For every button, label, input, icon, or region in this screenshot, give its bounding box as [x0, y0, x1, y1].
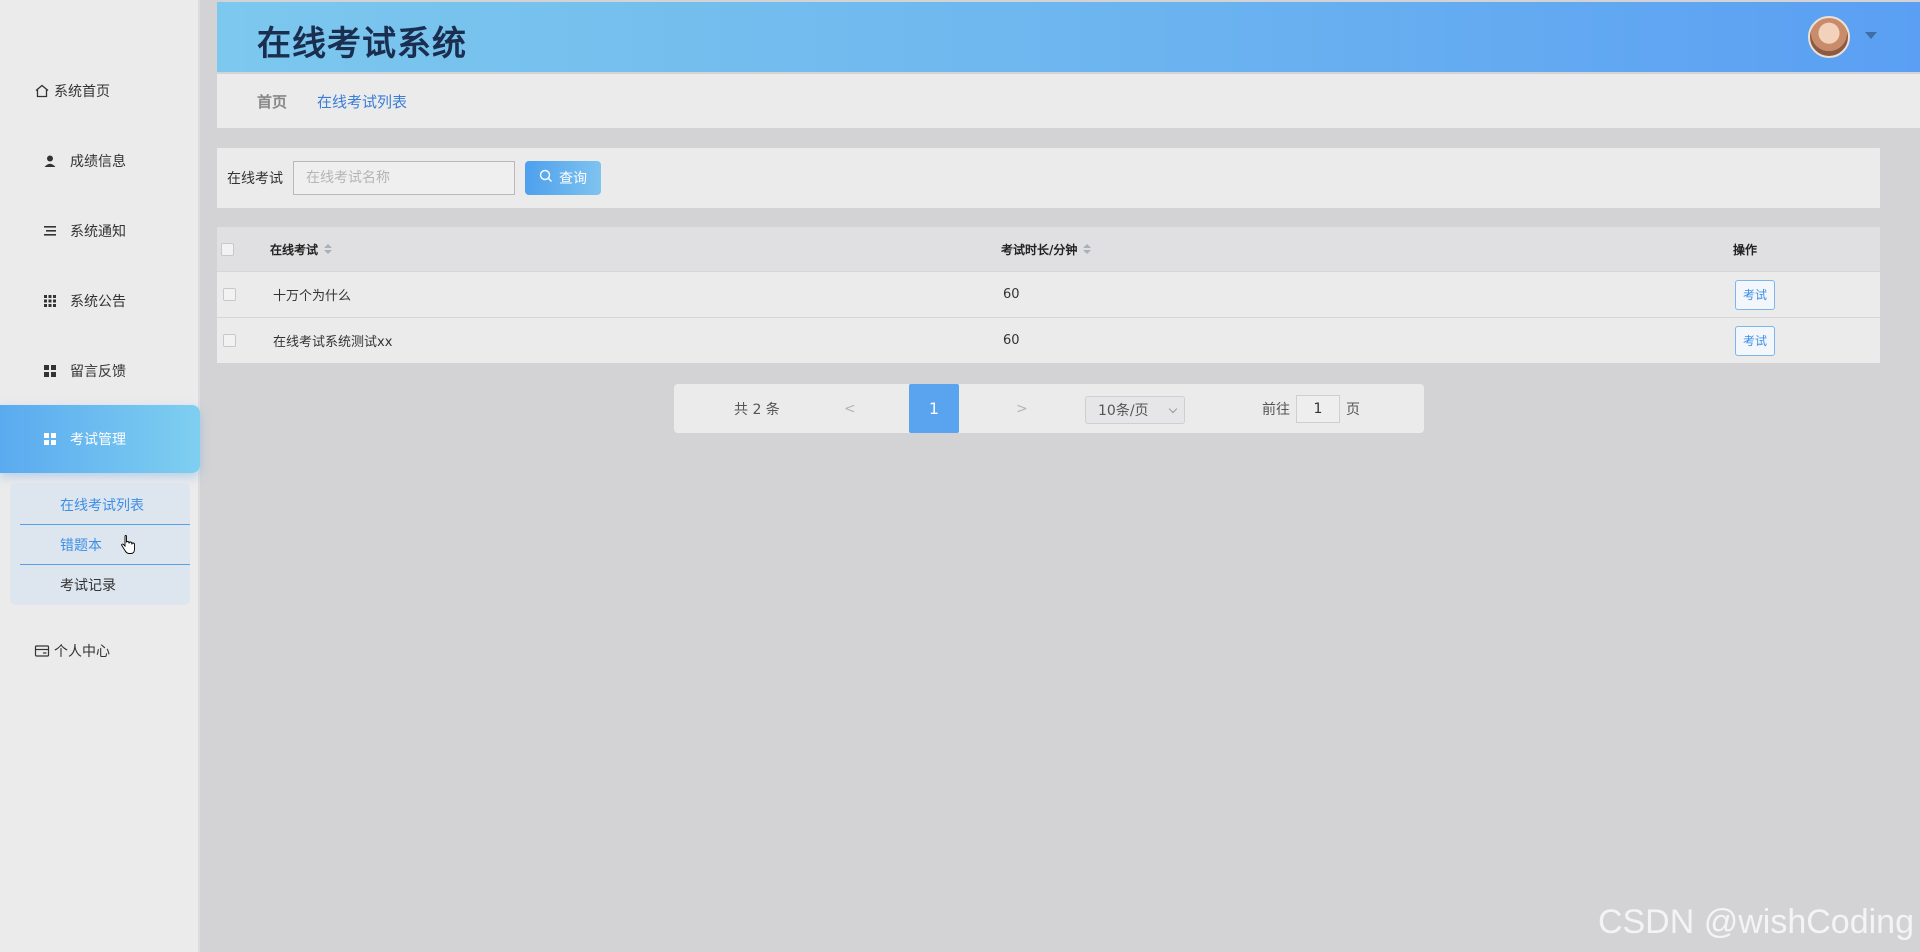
action-cell: 考试	[1735, 318, 1775, 363]
page-size-select[interactable]: 10条/页	[1085, 396, 1185, 424]
prev-page-button[interactable]: <	[844, 384, 856, 433]
pagination: 共 2 条 < 1 > 10条/页 前往 页	[674, 384, 1424, 433]
search-bar: 在线考试 查询	[217, 148, 1880, 208]
exam-name: 在线考试系统测试xx	[273, 335, 393, 350]
sidebar-item-label: 成绩信息	[70, 154, 126, 170]
app-title: 在线考试系统	[257, 24, 467, 64]
chevron-down-icon	[1168, 404, 1178, 414]
avatar[interactable]	[1808, 16, 1850, 58]
exam-submenu: 在线考试列表 错题本 考试记录	[10, 483, 190, 605]
sidebar-item-label: 留言反馈	[70, 364, 126, 380]
chevron-down-icon[interactable]	[1865, 32, 1877, 39]
sidebar-item-label: 个人中心	[54, 644, 110, 660]
submenu-item-label: 考试记录	[60, 578, 116, 594]
sort-icon[interactable]	[1083, 244, 1092, 254]
page-size-value: 10条/页	[1098, 403, 1149, 419]
sidebar-item-label: 考试管理	[70, 432, 126, 448]
column-header-actions: 操作	[1733, 227, 1757, 271]
sidebar: 系统首页 成绩信息 系统通知 系统公告 留言反馈 考试管理 在线考试列表 错题本…	[0, 0, 200, 952]
search-input[interactable]	[293, 161, 515, 195]
column-header-label: 操作	[1733, 242, 1758, 257]
list-icon	[42, 223, 58, 239]
exam-duration: 60	[1003, 333, 1020, 348]
search-button-label: 查询	[559, 171, 587, 187]
page-jumper: 前往 页	[1262, 384, 1360, 433]
submenu-item-exam-records[interactable]: 考试记录	[20, 565, 190, 605]
grid4-icon	[42, 363, 58, 379]
table-row: 十万个为什么 60 考试	[217, 271, 1880, 317]
action-cell: 考试	[1735, 272, 1775, 317]
cursor-hand-icon	[120, 535, 136, 559]
grid4-icon	[42, 431, 58, 447]
sidebar-item-profile[interactable]: 个人中心	[0, 616, 200, 686]
grid-icon	[42, 293, 58, 309]
page-button-current[interactable]: 1	[909, 384, 959, 433]
submenu-item-wrong-questions[interactable]: 错题本	[20, 525, 190, 565]
next-page-button[interactable]: >	[1016, 384, 1028, 433]
goto-label: 前往	[1262, 401, 1290, 418]
top-header: 在线考试系统	[217, 2, 1920, 72]
sidebar-item-home[interactable]: 系统首页	[0, 56, 200, 126]
sidebar-item-scores[interactable]: 成绩信息	[0, 126, 200, 196]
table-header: 在线考试 考试时长/分钟 操作	[217, 227, 1880, 271]
page-unit-label: 页	[1346, 401, 1360, 418]
take-exam-button[interactable]: 考试	[1735, 279, 1775, 310]
card-icon	[34, 643, 50, 659]
submenu-item-label: 在线考试列表	[60, 498, 144, 514]
breadcrumb-home[interactable]: 首页	[257, 91, 287, 112]
column-header-label: 在线考试	[270, 242, 319, 257]
column-header-label: 考试时长/分钟	[1001, 242, 1078, 257]
home-icon	[34, 83, 50, 99]
select-all-checkbox[interactable]	[221, 227, 234, 271]
watermark: CSDN @wishCoding	[1597, 903, 1914, 941]
pagination-total: 共 2 条	[734, 401, 780, 418]
exam-name: 十万个为什么	[273, 289, 352, 304]
sidebar-item-announcements[interactable]: 系统公告	[0, 266, 200, 336]
goto-page-input[interactable]	[1296, 394, 1340, 423]
submenu-item-online-exam-list[interactable]: 在线考试列表	[20, 485, 190, 525]
exam-table: 在线考试 考试时长/分钟 操作 十万个为什么 60 考试 在线考试系统测试xx …	[217, 227, 1880, 363]
sidebar-item-label: 系统首页	[54, 84, 110, 100]
row-checkbox[interactable]	[223, 272, 236, 317]
user-icon	[42, 153, 58, 169]
sort-icon[interactable]	[324, 244, 333, 254]
submenu-item-label: 错题本	[60, 538, 102, 554]
sidebar-item-label: 系统公告	[70, 294, 126, 310]
column-header-duration[interactable]: 考试时长/分钟	[1001, 227, 1092, 271]
column-header-exam[interactable]: 在线考试	[270, 227, 333, 271]
sidebar-item-label: 系统通知	[70, 224, 126, 240]
search-label: 在线考试	[227, 171, 283, 187]
breadcrumb: 首页 在线考试列表	[217, 74, 1920, 128]
table-row: 在线考试系统测试xx 60 考试	[217, 317, 1880, 363]
sidebar-item-exam-management[interactable]: 考试管理	[0, 405, 200, 473]
take-exam-button[interactable]: 考试	[1735, 325, 1775, 356]
sidebar-item-notices[interactable]: 系统通知	[0, 196, 200, 266]
sidebar-item-feedback[interactable]: 留言反馈	[0, 336, 200, 406]
search-button[interactable]: 查询	[525, 161, 601, 195]
breadcrumb-current: 在线考试列表	[317, 92, 408, 111]
exam-duration: 60	[1003, 287, 1020, 302]
search-icon	[539, 169, 553, 187]
row-checkbox[interactable]	[223, 318, 236, 363]
